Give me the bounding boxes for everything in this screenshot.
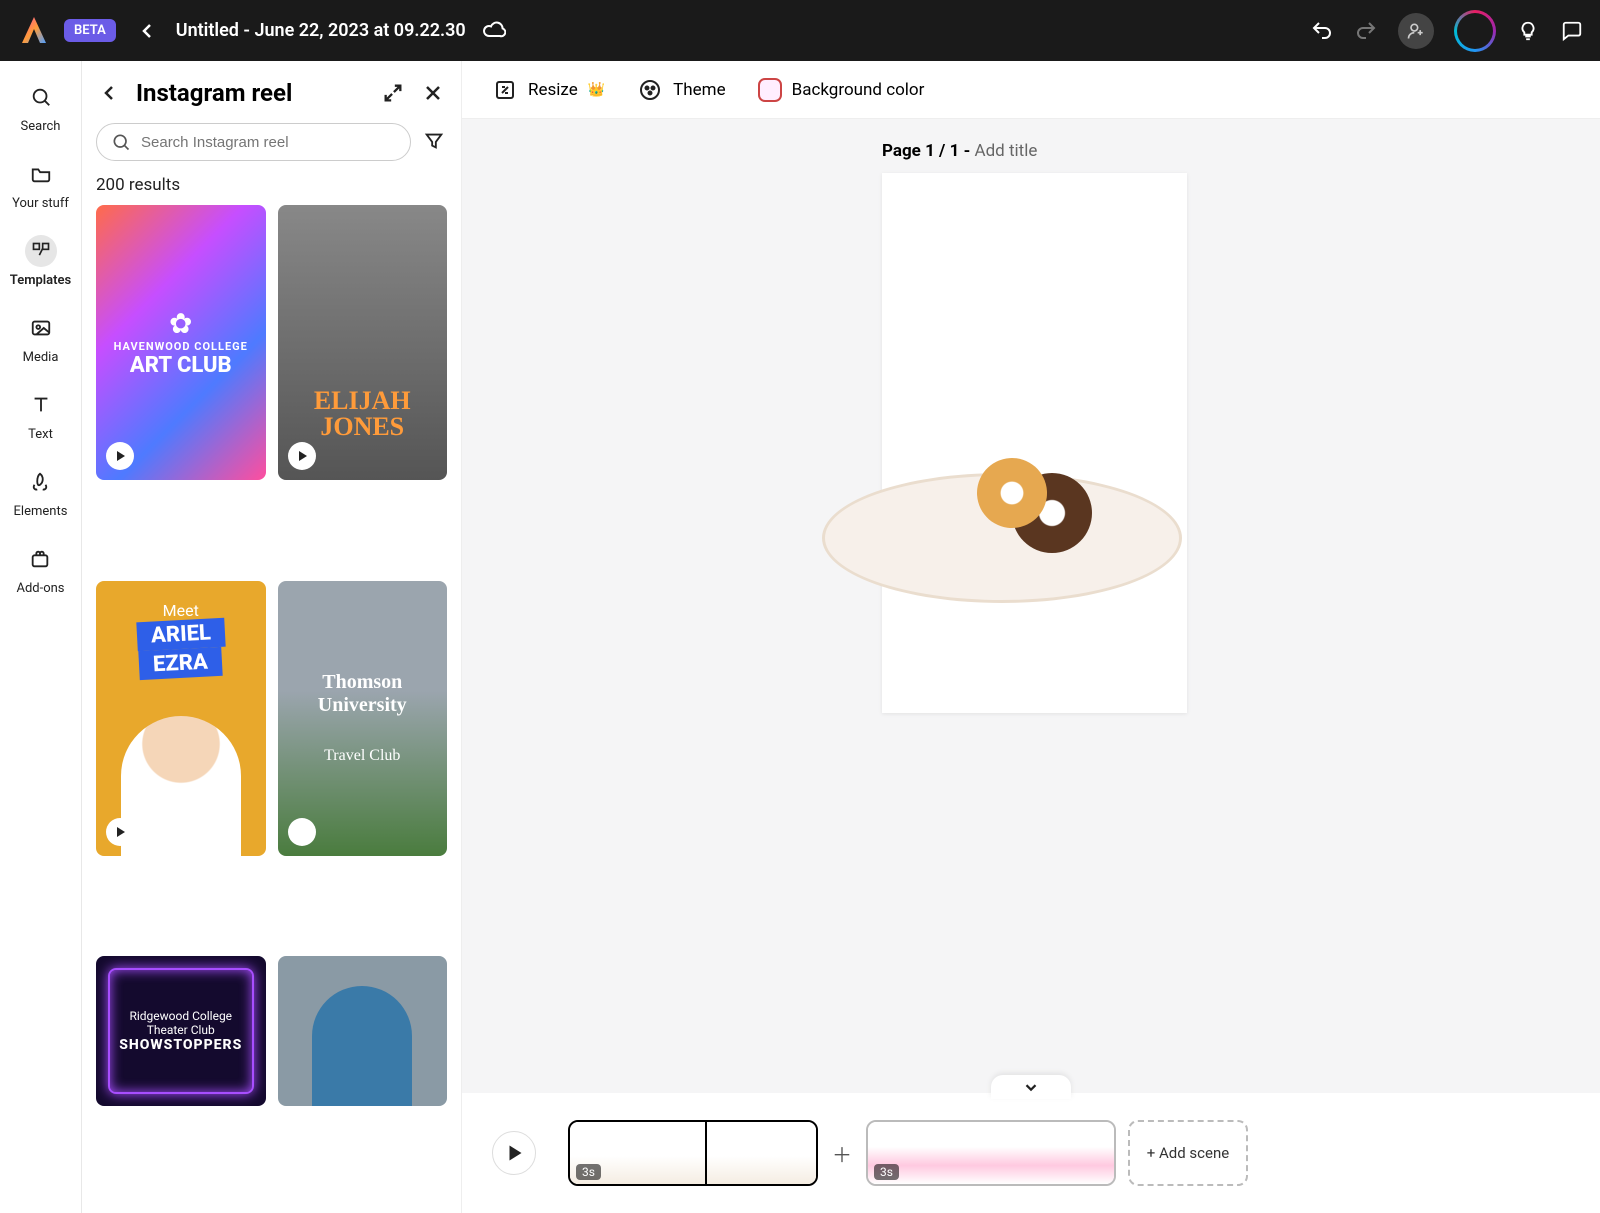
clip-duration: 3s	[874, 1164, 899, 1180]
resize-icon	[492, 77, 518, 103]
text-icon	[25, 389, 57, 421]
resize-button[interactable]: Resize 👑	[492, 77, 605, 103]
panel-back-icon[interactable]	[96, 79, 124, 107]
rail-item-your-stuff[interactable]: Your stuff	[12, 158, 69, 211]
rail-item-text[interactable]: Text	[25, 389, 57, 442]
template-card[interactable]: ✿ HAVENWOOD COLLEGE ART CLUB	[96, 205, 266, 480]
invite-button[interactable]	[1398, 13, 1434, 49]
folder-icon	[25, 158, 57, 190]
search-input-wrapper[interactable]	[96, 123, 411, 161]
rail-label: Add-ons	[16, 581, 64, 596]
play-icon	[106, 818, 134, 846]
rail-item-search[interactable]: Search	[21, 81, 61, 134]
page-label[interactable]: Page 1 / 1 - Add title	[882, 141, 1600, 161]
app-logo-icon[interactable]	[16, 13, 52, 49]
color-swatch-icon	[758, 78, 782, 102]
rail-label: Text	[28, 427, 53, 442]
rail-label: Search	[21, 119, 61, 134]
search-input[interactable]	[141, 134, 396, 151]
premium-crown-icon: 👑	[588, 82, 605, 98]
template-card[interactable]: Thomson University Travel Club ✦	[278, 581, 448, 856]
premium-icon: ✦	[288, 818, 316, 846]
timeline-clip[interactable]: 3s	[866, 1120, 1116, 1186]
rail-item-templates[interactable]: Templates	[10, 235, 71, 288]
rail-label: Templates	[10, 273, 71, 288]
template-card[interactable]: ELIJAH JONES	[278, 205, 448, 480]
theme-icon	[637, 77, 663, 103]
canvas-toolbar: Resize 👑 Theme Background color	[462, 61, 1600, 119]
filter-icon[interactable]	[423, 130, 447, 154]
addons-icon	[24, 543, 56, 575]
rail-item-elements[interactable]: Elements	[14, 466, 68, 519]
left-rail: Search Your stuff Templates Media Text E…	[0, 61, 82, 1213]
undo-icon[interactable]	[1310, 19, 1334, 43]
app-header: BETA Untitled - June 22, 2023 at 09.22.3…	[0, 0, 1600, 61]
rail-label: Your stuff	[12, 196, 69, 211]
rail-label: Media	[23, 350, 59, 365]
play-icon	[288, 442, 316, 470]
document-title[interactable]: Untitled - June 22, 2023 at 09.22.30	[176, 20, 466, 41]
results-count: 200 results	[96, 175, 447, 195]
add-clip-icon[interactable]: ＋	[830, 1141, 854, 1165]
cloud-sync-icon[interactable]	[482, 19, 506, 43]
theme-button[interactable]: Theme	[637, 77, 725, 103]
page-canvas[interactable]	[882, 173, 1187, 713]
template-card[interactable]	[278, 956, 448, 1106]
template-grid: ✿ HAVENWOOD COLLEGE ART CLUB ELIJAH JONE…	[96, 205, 447, 1195]
back-icon[interactable]	[136, 19, 160, 43]
expand-icon[interactable]	[379, 79, 407, 107]
lightbulb-icon[interactable]	[1516, 19, 1540, 43]
add-scene-button[interactable]: + Add scene	[1128, 1120, 1248, 1186]
close-icon[interactable]	[419, 79, 447, 107]
rail-label: Elements	[14, 504, 68, 519]
playhead[interactable]	[705, 1120, 707, 1186]
templates-icon	[25, 235, 57, 267]
panel-title: Instagram reel	[136, 79, 367, 107]
search-icon	[25, 81, 57, 113]
timeline-toggle[interactable]	[991, 1075, 1071, 1099]
redo-icon[interactable]	[1354, 19, 1378, 43]
rail-item-media[interactable]: Media	[23, 312, 59, 365]
play-button[interactable]	[492, 1131, 536, 1175]
clip-duration: 3s	[576, 1164, 601, 1180]
template-card[interactable]: Ridgewood College Theater Club SHOWSTOPP…	[96, 956, 266, 1106]
background-color-button[interactable]: Background color	[758, 78, 925, 102]
comment-icon[interactable]	[1560, 19, 1584, 43]
beta-badge: BETA	[64, 19, 116, 42]
media-icon	[25, 312, 57, 344]
templates-panel: Instagram reel 200 results ✿ HAVENWOOD C…	[82, 61, 462, 1213]
template-card[interactable]: Meet ARIEL EZRA	[96, 581, 266, 856]
timeline: 3s ＋ 3s + Add scene	[462, 1093, 1600, 1213]
rail-item-addons[interactable]: Add-ons	[16, 543, 64, 596]
search-icon	[111, 132, 131, 152]
play-icon	[106, 442, 134, 470]
avatar[interactable]	[1454, 10, 1496, 52]
elements-icon	[24, 466, 56, 498]
timeline-clip[interactable]: 3s	[568, 1120, 818, 1186]
canvas-area: Resize 👑 Theme Background color Page 1 /…	[462, 61, 1600, 1213]
